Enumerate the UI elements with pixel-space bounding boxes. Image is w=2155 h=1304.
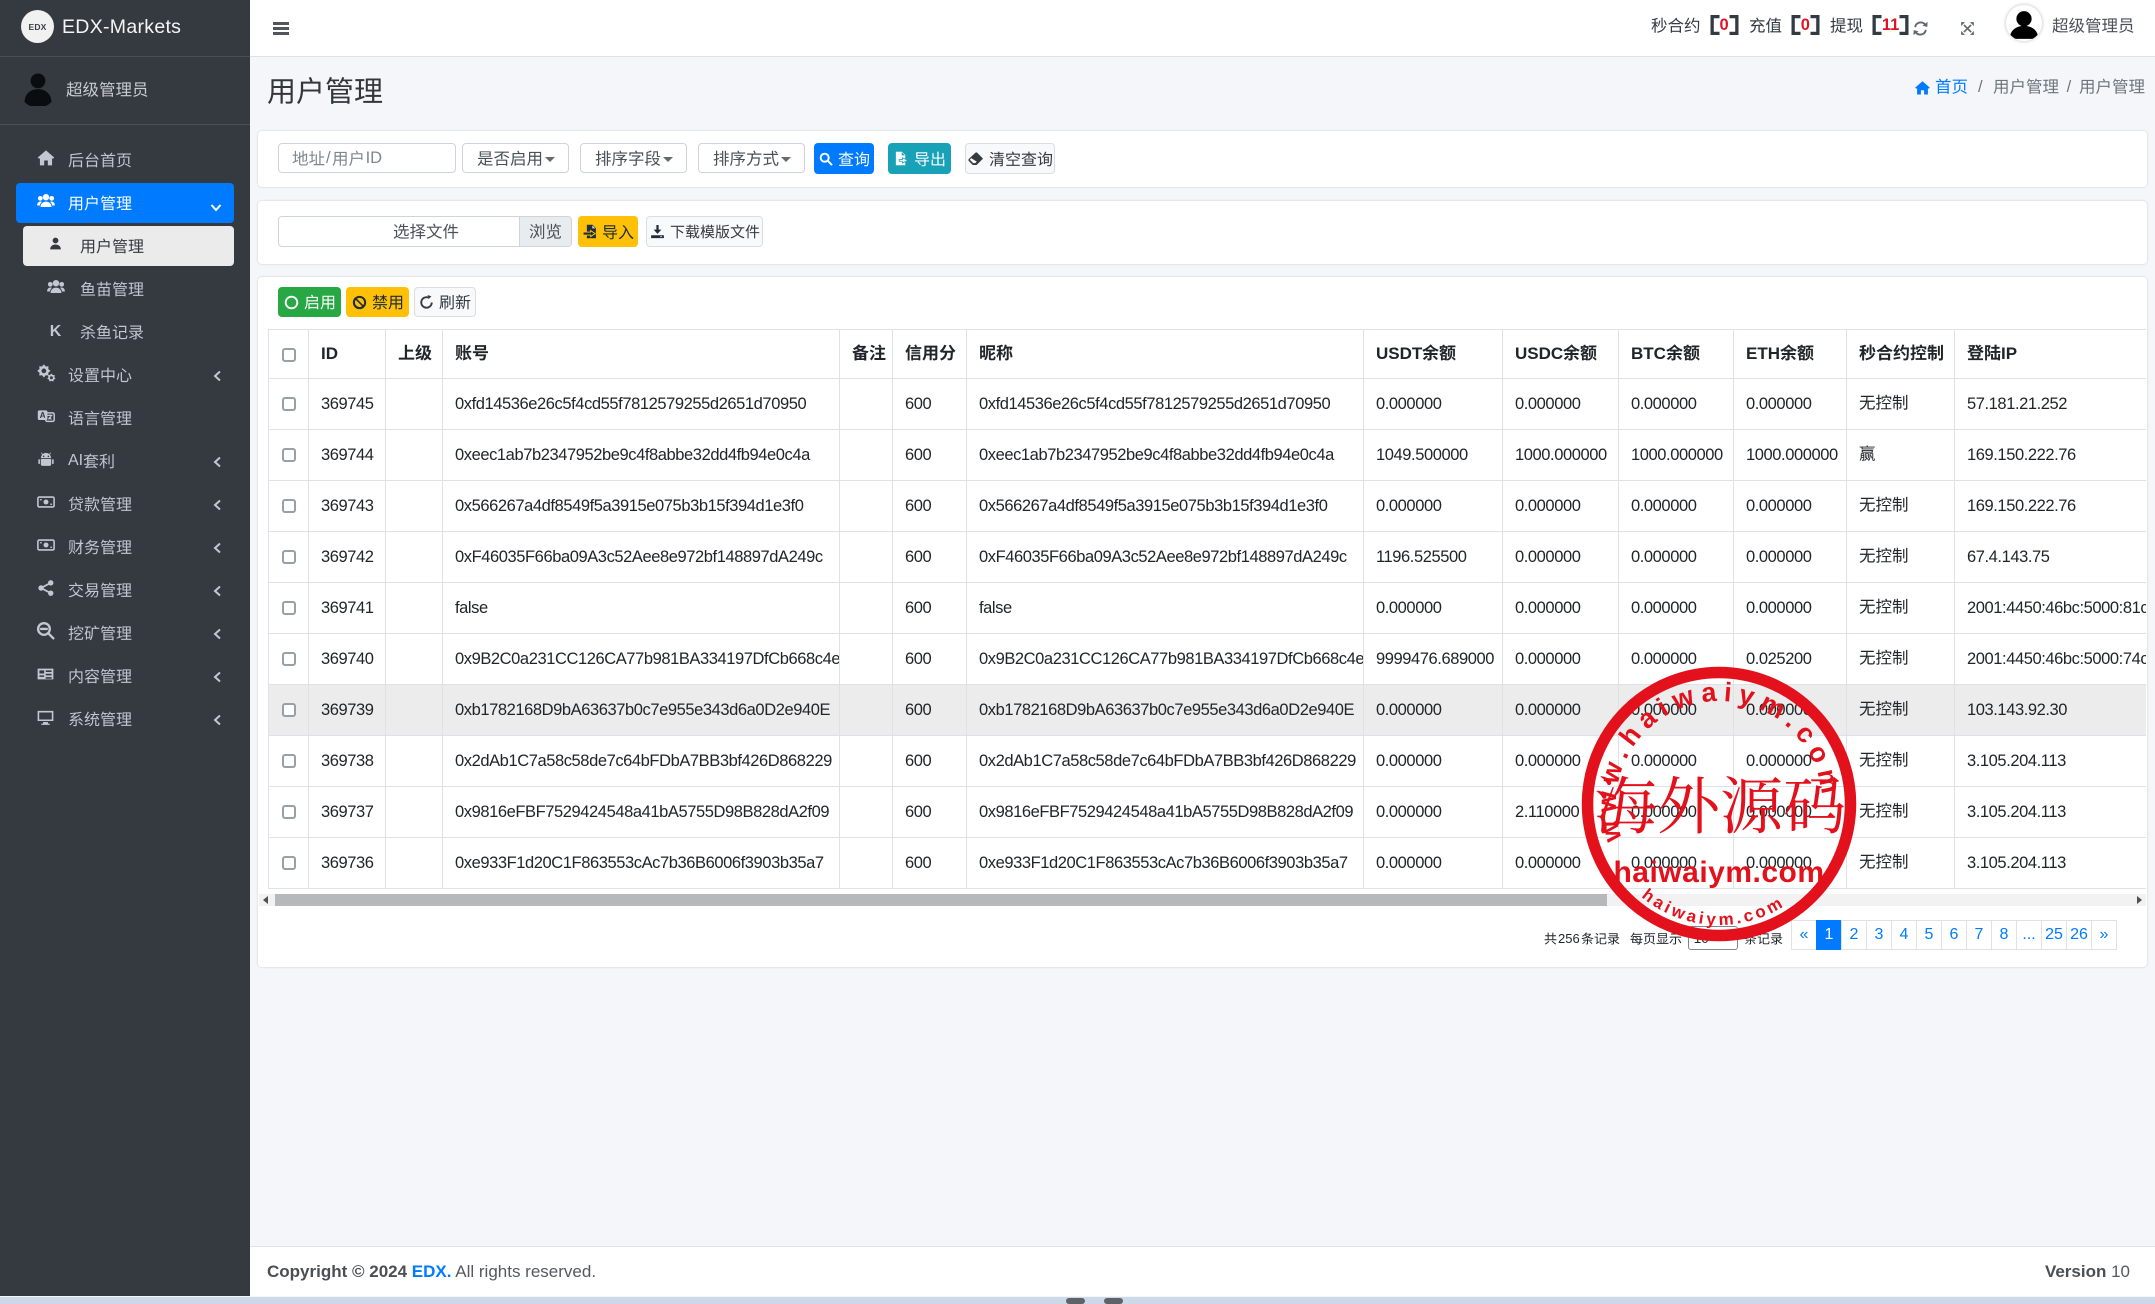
svg-text:haiwaiym.com: haiwaiym.com: [1613, 856, 1824, 889]
svg-text:A: A: [39, 410, 45, 420]
